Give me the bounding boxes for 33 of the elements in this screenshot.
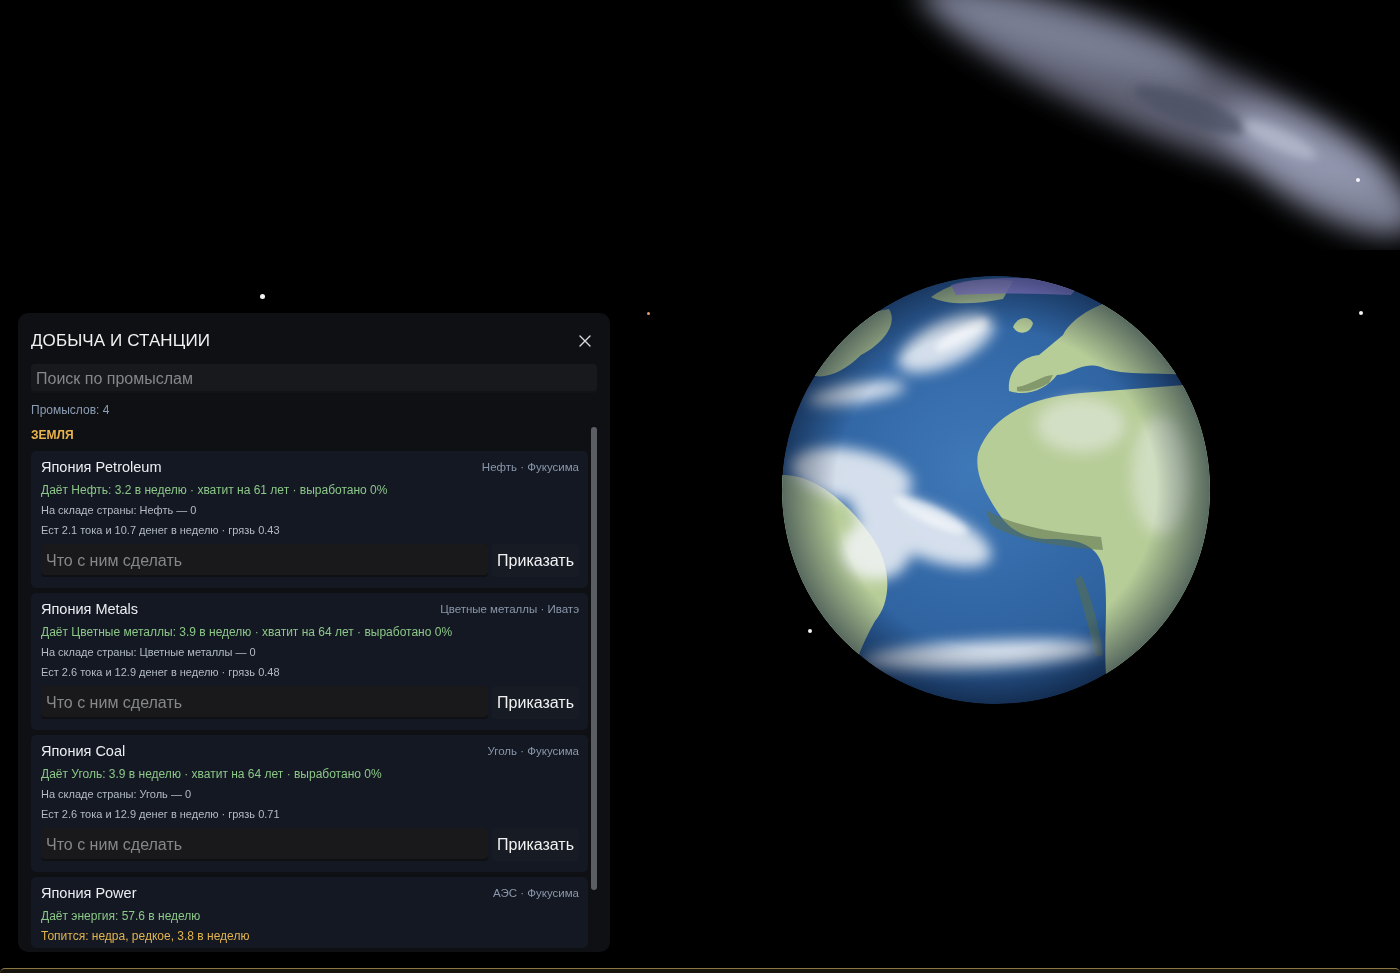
output-text: Даёт Нефть: 3.2 в неделю · хватит на 61 лет · выработано 0%	[41, 482, 389, 499]
panel-title: ДОБЫЧА И СТАНЦИИ	[31, 331, 211, 351]
site-name: Япония Petroleum	[41, 459, 162, 475]
output-text: Даёт Уголь: 3.9 в неделю · хватит на 64 лет · выработано 0%	[41, 766, 383, 783]
close-icon	[579, 335, 591, 347]
star-dot-icon	[647, 312, 650, 315]
info-text: Ест 2.1 тока и 10.7 денег в неделю · грязь 0.43	[41, 523, 281, 538]
command-field[interactable]: Что с ним сделать	[41, 544, 489, 577]
site-name: Япония Power	[41, 885, 137, 901]
star-dot-icon	[1359, 311, 1363, 315]
command-field[interactable]: Что с ним сделать	[41, 686, 489, 719]
output-text: Даёт Цветные металлы: 3.9 в неделю · хватит на 64 лет · выработано 0%	[41, 624, 454, 641]
info-text: Ест 2.6 тока и 12.9 денег в неделю · грязь 0.48	[41, 665, 281, 680]
star-dot-icon	[1356, 178, 1360, 182]
scrollbar-thumb[interactable]	[591, 427, 597, 890]
info-text: На складе страны: Нефть — 0	[41, 503, 198, 518]
site-count: Промыслов: 4	[31, 402, 111, 418]
fuel-text: Топится: недра, редкое, 3.8 в неделю	[41, 928, 251, 945]
output-text: Даёт энергия: 57.6 в неделю	[41, 908, 202, 925]
site-location: Цветные металлы · Иватэ	[440, 603, 579, 615]
site-name: Япония Metals	[41, 601, 139, 617]
site-location: АЭС · Фукусима	[493, 887, 579, 899]
info-text: Ест 2.6 тока и 12.9 денег в неделю · грязь 0.71	[41, 807, 281, 822]
info-text: На складе страны: Уголь — 0	[41, 787, 193, 802]
group-label: ЗЕМЛЯ	[31, 427, 75, 443]
site-location: Уголь · Фукусима	[487, 745, 579, 757]
search-field[interactable]: Поиск по промыслам	[31, 364, 597, 393]
site-location: Нефть · Фукусима	[481, 461, 579, 473]
site-name: Япония Coal	[41, 743, 126, 759]
star-dot-icon	[260, 294, 265, 299]
command-field[interactable]: Что с ним сделать	[41, 828, 489, 861]
info-text: На складе страны: Цветные металлы — 0	[41, 645, 257, 660]
star-dot-icon	[808, 629, 812, 633]
